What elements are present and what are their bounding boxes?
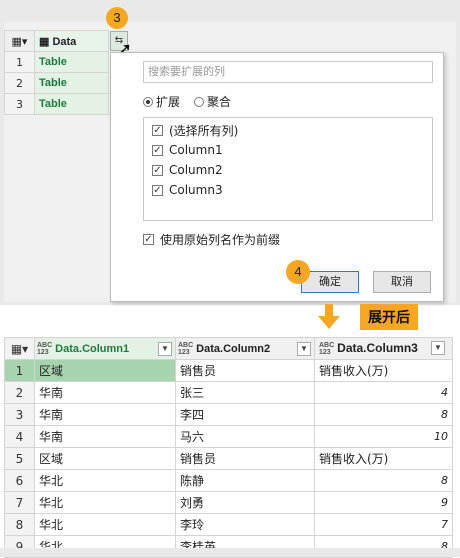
radio-empty-icon bbox=[194, 96, 205, 107]
table-row[interactable]: 1 区域 销售员 销售收入(万) bbox=[4, 359, 453, 382]
column-header-3[interactable]: ABC 123 Data.Column3 ▼ bbox=[314, 337, 453, 360]
expanded-label: 展开后 bbox=[360, 304, 418, 330]
filter-dropdown-icon[interactable]: ▼ bbox=[297, 341, 311, 356]
result-grid: ▦▾ ABC 123 Data.Column1 ▼ ABC 123 Data.Column… bbox=[4, 337, 453, 558]
column-header-1[interactable]: ABC 123 Data.Column1 ▼ bbox=[34, 337, 176, 360]
table-row[interactable]: 3 Table bbox=[4, 93, 109, 115]
checkmark-icon: ✓ bbox=[152, 164, 163, 176]
table-menu-icon[interactable]: ▦▾ bbox=[4, 337, 35, 360]
checkbox-select-all[interactable]: ✓ (选择所有列) bbox=[152, 120, 424, 140]
table-link[interactable]: Table bbox=[34, 93, 109, 115]
table-row[interactable]: 6 华北 陈静 8 bbox=[4, 469, 453, 492]
column-search-input[interactable]: 搜索要扩展的列 bbox=[143, 61, 433, 83]
radio-selected-icon bbox=[143, 96, 153, 107]
table-row[interactable]: 7 华北 刘勇 9 bbox=[4, 491, 453, 514]
checkmark-icon: ✓ bbox=[143, 234, 154, 245]
mode-radio-group: 扩展 聚合 bbox=[143, 93, 231, 110]
table-row[interactable]: 1 Table bbox=[4, 51, 109, 73]
filter-dropdown-icon[interactable]: ▼ bbox=[158, 341, 172, 356]
table-link[interactable]: Table bbox=[34, 72, 109, 94]
source-grid: ▦▾ ▦ Data 1 Table 2 Table 3 Table bbox=[4, 30, 109, 115]
table-icon: ▦ bbox=[39, 35, 53, 48]
checkbox-column1[interactable]: ✓ Column1 bbox=[152, 140, 424, 160]
step-badge-3: 3 bbox=[106, 7, 128, 29]
table-row[interactable]: 4 华南 马六 10 bbox=[4, 425, 453, 448]
column-header-data[interactable]: ▦ Data bbox=[34, 30, 109, 52]
filter-dropdown-icon[interactable]: ▼ bbox=[431, 341, 445, 356]
prefix-checkbox[interactable]: ✓ 使用原始列名作为前缀 bbox=[143, 231, 280, 248]
radio-aggregate[interactable]: 聚合 bbox=[194, 93, 231, 110]
down-arrow-icon bbox=[318, 304, 340, 329]
table-menu-icon[interactable]: ▦▾ bbox=[4, 30, 35, 52]
table-row[interactable]: 8 华北 李玲 7 bbox=[4, 513, 453, 536]
table-row[interactable]: 5 区域 销售员 销售收入(万) bbox=[4, 447, 453, 470]
table-row[interactable]: 2 华南 张三 4 bbox=[4, 381, 453, 404]
type-any-icon: ABC 123 bbox=[319, 341, 335, 356]
table-row[interactable]: 2 Table bbox=[4, 72, 109, 94]
bottom-edge bbox=[0, 548, 460, 557]
column-checklist: ✓ (选择所有列) ✓ Column1 ✓ Column2 ✓ Column3 bbox=[143, 117, 433, 221]
cancel-button[interactable]: 取消 bbox=[373, 271, 431, 293]
checkmark-icon: ✓ bbox=[152, 184, 163, 196]
checkbox-column2[interactable]: ✓ Column2 bbox=[152, 160, 424, 180]
radio-expand[interactable]: 扩展 bbox=[143, 93, 180, 110]
type-any-icon: ABC 123 bbox=[178, 341, 194, 356]
checkmark-icon: ✓ bbox=[152, 144, 163, 156]
column-header-2[interactable]: ABC 123 Data.Column2 ▼ bbox=[175, 337, 315, 360]
step-badge-4: 4 bbox=[286, 260, 310, 284]
checkbox-column3[interactable]: ✓ Column3 bbox=[152, 180, 424, 200]
table-link[interactable]: Table bbox=[34, 51, 109, 73]
expand-dialog: 搜索要扩展的列 扩展 聚合 ✓ (选择所有列) ✓ Column1 ✓ Column2… bbox=[110, 52, 444, 302]
checkmark-icon: ✓ bbox=[152, 124, 163, 136]
type-any-icon: ABC 123 bbox=[37, 341, 53, 356]
table-row[interactable]: 3 华南 李四 8 bbox=[4, 403, 453, 426]
